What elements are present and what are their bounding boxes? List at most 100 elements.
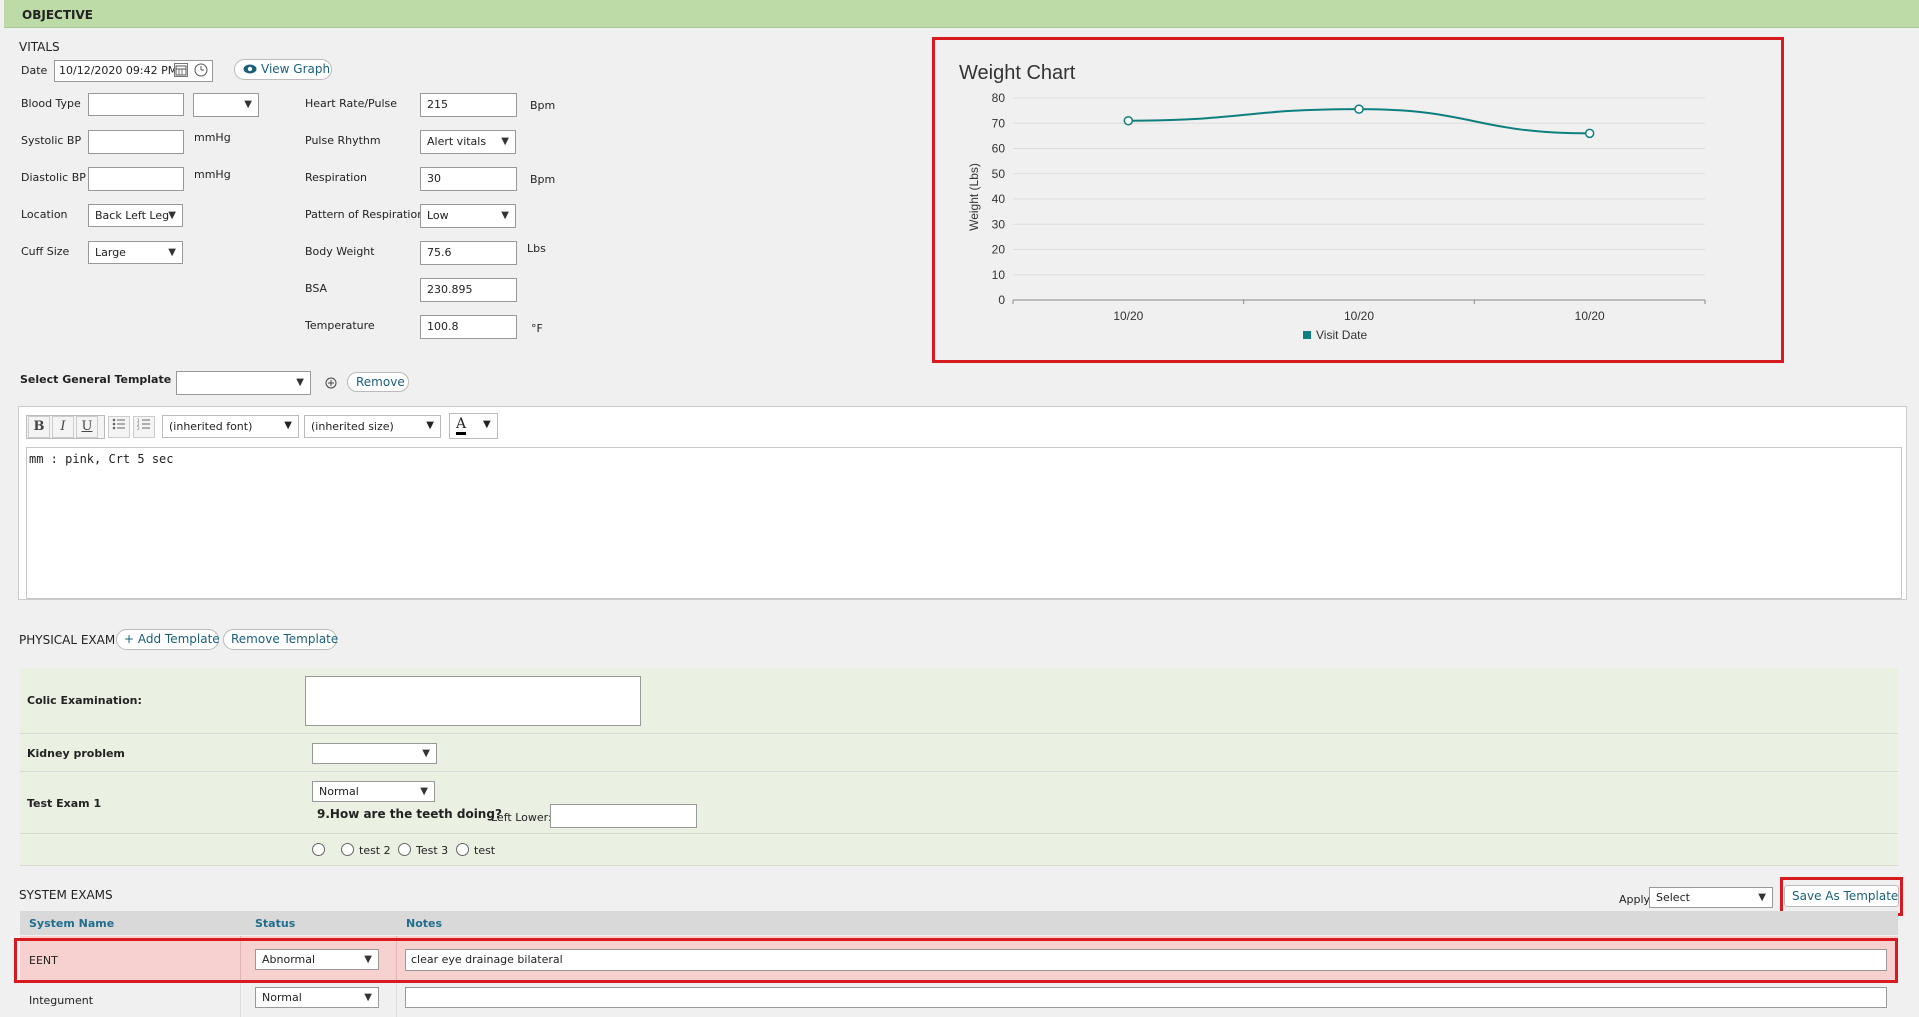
- general-template-label: Select General Template: [20, 373, 172, 386]
- table-row: Integument Normal ▼: [20, 983, 1898, 1017]
- diastolic-unit: mmHg: [194, 168, 231, 181]
- editor-content-text: mm : pink, Crt 5 sec: [29, 452, 174, 466]
- respiration-input[interactable]: 30: [420, 167, 517, 191]
- body-weight-input[interactable]: 75.6: [420, 241, 517, 265]
- blood-type-input[interactable]: [88, 93, 184, 116]
- bsa-label: BSA: [305, 282, 328, 295]
- chart-title: Weight Chart: [959, 62, 1076, 84]
- chevron-down-icon: ▼: [501, 210, 509, 221]
- left-lower-label: Left Lower:: [491, 811, 552, 824]
- status-select[interactable]: Normal ▼: [255, 987, 379, 1008]
- chevron-down-icon: ▼: [244, 99, 252, 110]
- numbered-list-icon: 123: [137, 418, 151, 434]
- apply-select[interactable]: Select ▼: [1649, 887, 1773, 908]
- section-title: OBJECTIVE: [22, 8, 93, 22]
- systolic-input[interactable]: [88, 130, 184, 154]
- system-name-cell: Integument: [29, 994, 94, 1007]
- remove-template-label: Remove: [356, 375, 405, 389]
- heart-rate-input[interactable]: 215: [420, 93, 517, 117]
- kidney-problem-select[interactable]: ▼: [312, 743, 437, 764]
- numbered-list-button[interactable]: 123: [133, 416, 155, 438]
- weight-chart-panel: Weight Chart Weight (Lbs) 0 10 20 30 40 50 60 7…: [932, 37, 1784, 363]
- remove-template-button[interactable]: Remove: [347, 372, 409, 392]
- chevron-down-icon: ▼: [1758, 892, 1766, 903]
- colic-exam-textarea[interactable]: [305, 676, 641, 726]
- font-color-picker[interactable]: A ▼: [449, 413, 498, 439]
- test-exam-label: Test Exam 1: [27, 797, 102, 810]
- font-size-value: (inherited size): [311, 420, 394, 433]
- colic-exam-row: Colic Examination:: [20, 668, 1898, 734]
- y-tick-label: 10: [992, 268, 1006, 282]
- font-family-value: (inherited font): [169, 420, 253, 433]
- add-template-icon[interactable]: [325, 377, 337, 389]
- radio-option-1[interactable]: [312, 843, 325, 856]
- y-tick-label: 50: [992, 167, 1006, 181]
- date-input[interactable]: 10/12/2020 09:42 PM: [54, 60, 213, 82]
- remove-physical-template-label: Remove Template: [231, 632, 339, 646]
- chevron-down-icon: ▼: [483, 419, 491, 430]
- view-graph-button[interactable]: View Graph: [234, 59, 332, 80]
- notes-input[interactable]: [405, 987, 1887, 1008]
- pattern-respiration-label: Pattern of Respiration: [305, 208, 425, 221]
- kidney-problem-label: Kidney problem: [27, 747, 125, 760]
- apply-value: Select: [1656, 891, 1690, 904]
- y-tick-label: 60: [992, 142, 1006, 156]
- section-header-objective: OBJECTIVE: [4, 0, 1919, 28]
- col-status: Status: [255, 917, 296, 930]
- weight-chart: Weight Chart Weight (Lbs) 0 10 20 30 40 50 60 7…: [959, 62, 1706, 342]
- chevron-down-icon: ▼: [364, 992, 372, 1003]
- body-weight-label: Body Weight: [305, 245, 375, 258]
- chevron-down-icon: ▼: [420, 786, 428, 797]
- general-template-select[interactable]: ▼: [176, 371, 311, 395]
- respiration-unit: Bpm: [530, 173, 556, 186]
- clock-icon[interactable]: [194, 63, 208, 77]
- left-lower-input[interactable]: [550, 804, 697, 828]
- pulse-rhythm-select[interactable]: Alert vitals ▼: [420, 130, 516, 154]
- physical-exam-heading: PHYSICAL EXAM: [19, 633, 116, 647]
- y-tick-label: 20: [992, 243, 1006, 257]
- radio-option-test2[interactable]: [341, 843, 354, 856]
- cuff-size-value: Large: [95, 246, 126, 259]
- bold-button[interactable]: B: [28, 416, 50, 438]
- font-size-select[interactable]: (inherited size) ▼: [304, 415, 441, 438]
- chevron-down-icon: ▼: [284, 420, 292, 431]
- system-exams-heading: SYSTEM EXAMS: [19, 888, 113, 902]
- body-weight-value: 75.6: [427, 246, 452, 259]
- chart-ylabel: Weight (Lbs): [967, 163, 981, 231]
- view-graph-label: View Graph: [261, 62, 331, 76]
- data-point: [1123, 115, 1134, 126]
- underline-button[interactable]: U: [76, 416, 98, 438]
- y-tick-label: 40: [992, 192, 1006, 206]
- calendar-icon[interactable]: [174, 63, 188, 77]
- bullet-list-button[interactable]: [108, 416, 130, 438]
- test-exam-select[interactable]: Normal ▼: [312, 781, 435, 802]
- col-system-name: System Name: [29, 917, 115, 930]
- blood-type-select[interactable]: ▼: [193, 93, 259, 117]
- cuff-size-select[interactable]: Large ▼: [88, 241, 183, 264]
- editor-content-area[interactable]: mm : pink, Crt 5 sec: [26, 447, 1902, 599]
- x-tick-label: 10/20: [1344, 309, 1374, 323]
- heart-rate-label: Heart Rate/Pulse: [305, 97, 398, 110]
- radio-option-test3[interactable]: [398, 843, 411, 856]
- temperature-input[interactable]: 100.8: [420, 315, 517, 339]
- systolic-label: Systolic BP: [21, 134, 82, 147]
- blood-type-label: Blood Type: [21, 97, 81, 110]
- italic-button[interactable]: I: [52, 416, 74, 438]
- bsa-value: 230.895: [427, 283, 473, 296]
- apply-label: Apply: [1619, 893, 1651, 906]
- location-select[interactable]: Back Left Leg ▼: [88, 204, 183, 227]
- add-template-button[interactable]: + Add Template: [116, 629, 220, 650]
- bsa-input[interactable]: 230.895: [420, 278, 517, 302]
- body-weight-unit: Lbs: [527, 242, 546, 255]
- x-tick-label: 10/20: [1113, 309, 1143, 323]
- radio-label-test3: Test 3: [416, 844, 449, 857]
- bullet-list-icon: [112, 418, 126, 434]
- diastolic-input[interactable]: [88, 167, 184, 191]
- chevron-down-icon: ▼: [296, 377, 304, 388]
- remove-physical-template-button[interactable]: Remove Template: [223, 629, 339, 650]
- pattern-respiration-select[interactable]: Low ▼: [420, 204, 516, 228]
- save-as-template-button[interactable]: Save As Template: [1784, 885, 1899, 907]
- font-family-select[interactable]: (inherited font) ▼: [162, 415, 299, 438]
- y-tick-label: 0: [998, 293, 1005, 307]
- radio-option-test[interactable]: [456, 843, 469, 856]
